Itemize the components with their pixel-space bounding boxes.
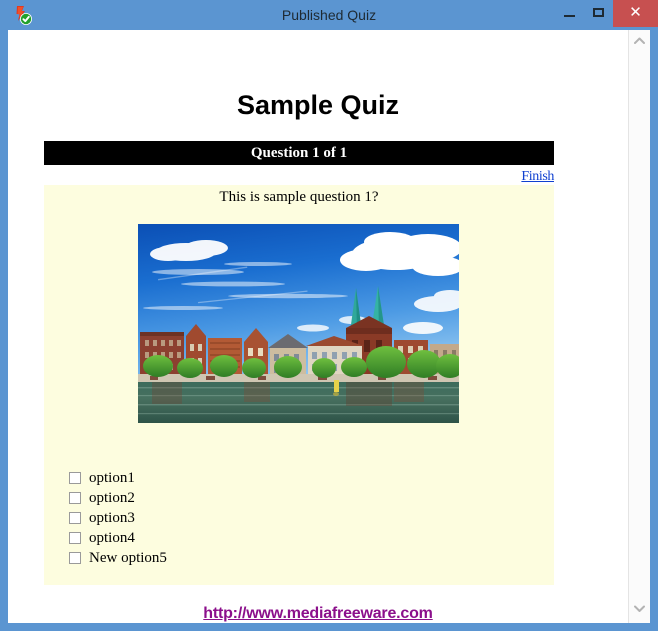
maximize-button[interactable] (584, 0, 613, 27)
minimize-icon (564, 15, 575, 17)
option-label: option1 (89, 470, 135, 486)
question-text: This is sample question 1? (219, 189, 379, 205)
client-area: Sample Quiz Question 1 of 1 Finish This … (8, 30, 650, 623)
quiz-page: Sample Quiz Question 1 of 1 Finish This … (8, 30, 628, 623)
option-checkbox[interactable] (69, 532, 81, 544)
close-button[interactable]: ✕ (613, 0, 658, 27)
footer: http://www.mediafreeware.com (8, 605, 628, 623)
page-title: Sample Quiz (236, 90, 400, 120)
option-row[interactable]: option1 (69, 468, 529, 488)
maximize-icon (593, 8, 604, 17)
title-bar: Published Quiz ✕ (0, 0, 658, 30)
option-row[interactable]: New option5 (69, 548, 529, 568)
vertical-scrollbar[interactable] (628, 30, 650, 623)
options-list: option1 option2 option3 option4 New opti… (69, 468, 529, 568)
option-checkbox[interactable] (69, 492, 81, 504)
option-label: option4 (89, 530, 135, 546)
option-checkbox[interactable] (69, 552, 81, 564)
finish-link-row: Finish (44, 167, 554, 185)
option-checkbox[interactable] (69, 512, 81, 524)
finish-link[interactable]: Finish (521, 169, 554, 184)
scroll-down-button[interactable] (629, 600, 650, 621)
option-label: New option5 (89, 550, 167, 566)
mediafreeware-link[interactable]: http://www.mediafreeware.com (203, 605, 433, 622)
minimize-button[interactable] (555, 0, 584, 27)
option-checkbox[interactable] (69, 472, 81, 484)
option-row[interactable]: option3 (69, 508, 529, 528)
option-label: option3 (89, 510, 135, 526)
window-controls: ✕ (555, 0, 658, 27)
chevron-up-icon (634, 37, 645, 44)
scroll-up-button[interactable] (629, 32, 650, 53)
chevron-down-icon (634, 605, 645, 612)
application-window: Published Quiz ✕ Sample Quiz Question 1 … (0, 0, 658, 631)
option-row[interactable]: option4 (69, 528, 529, 548)
question-progress-bar: Question 1 of 1 (44, 141, 554, 165)
waterfront-city-photo (138, 224, 459, 423)
close-icon: ✕ (629, 4, 642, 21)
option-label: option2 (89, 490, 135, 506)
scrollbar-thumb[interactable] (630, 54, 649, 594)
question-panel: This is sample question 1? option1 optio… (44, 185, 554, 585)
option-row[interactable]: option2 (69, 488, 529, 508)
